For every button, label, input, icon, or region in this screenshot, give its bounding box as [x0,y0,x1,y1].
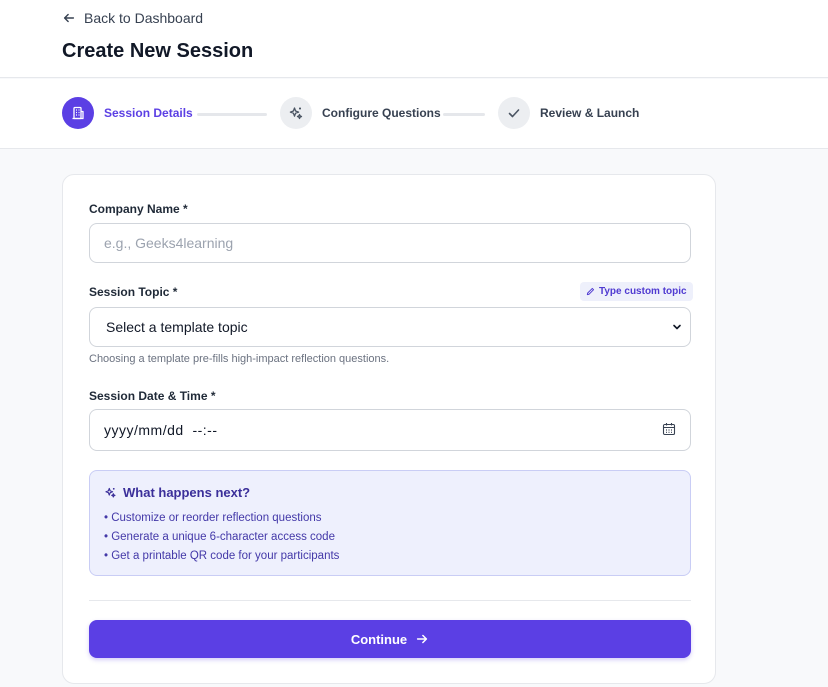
step-1-label: Session Details [104,106,193,120]
step-connector-2 [443,113,485,116]
session-datetime-label: Session Date & Time * [89,389,216,403]
list-item: • Customize or reorder reflection questi… [104,512,322,524]
session-topic-select[interactable]: Select a template topic [89,307,691,347]
session-datetime-input[interactable]: yyyy/mm/dd --:-- [89,409,691,451]
step-review-launch: Review & Launch [498,97,639,129]
continue-button[interactable]: Continue [89,620,691,658]
what-happens-next-title: What happens next? [104,485,250,500]
calendar-icon[interactable] [662,422,676,436]
session-topic-label: Session Topic * [89,285,178,299]
info-title-text: What happens next? [123,485,251,500]
step-session-details: Session Details [62,97,193,129]
step-2-circle [280,97,312,129]
back-link-label: Back to Dashboard [84,10,204,26]
session-topic-hint: Choosing a template pre-fills high-impac… [89,353,390,365]
list-item: • Get a printable QR code for your parti… [104,550,340,562]
page-header: Back to Dashboard Create New Session [0,0,828,78]
chevron-down-icon [673,324,681,330]
arrow-right-icon [417,634,428,644]
page-title: Create New Session [62,40,254,62]
step-1-circle [62,97,94,129]
company-name-input[interactable]: e.g., Geeks4learning [89,223,691,263]
arrow-left-icon [63,13,75,23]
step-connector-1 [197,113,267,116]
session-details-form: Company Name * e.g., Geeks4learning Sess… [62,174,716,684]
session-topic-selected: Select a template topic [106,319,248,335]
list-item: • Generate a unique 6-character access c… [104,531,335,543]
company-name-placeholder: e.g., Geeks4learning [104,235,234,251]
progress-stepper: Session Details Configure Questions Revi… [0,79,828,149]
building-icon [72,106,84,120]
what-happens-next-panel: What happens next? • Customize or reorde… [89,470,691,576]
session-datetime-value: yyyy/mm/dd --:-- [104,422,218,438]
step-configure-questions: Configure Questions [280,97,441,129]
step-2-label: Configure Questions [322,106,441,120]
company-name-label: Company Name * [89,202,188,216]
type-custom-topic-label: Type custom topic [599,286,687,297]
step-3-label: Review & Launch [540,106,640,120]
step-3-circle [498,97,530,129]
pencil-icon [586,287,595,296]
sparkles-icon [289,107,303,120]
continue-button-label: Continue [350,631,408,647]
back-to-dashboard-link[interactable]: Back to Dashboard [62,10,203,26]
form-divider [89,600,691,601]
check-icon [508,109,520,118]
next-steps-list: • Customize or reorder reflection questi… [104,509,339,566]
type-custom-topic-button[interactable]: Type custom topic [580,282,693,301]
sparkles-icon [105,487,116,498]
